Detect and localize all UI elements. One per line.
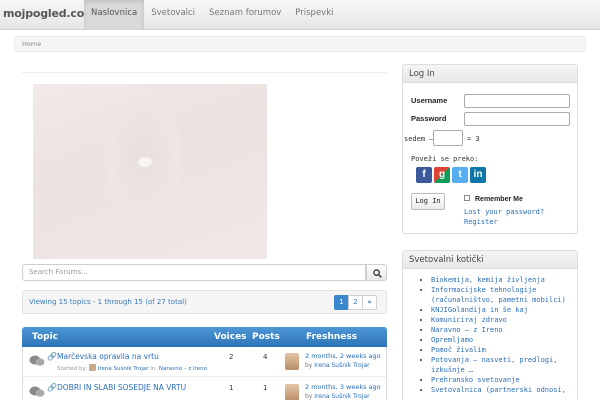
list-item[interactable]: Svetovalnica (partnerski odnosi, <box>431 385 566 395</box>
facebook-icon[interactable]: f <box>416 167 432 183</box>
linkedin-icon[interactable]: in <box>470 167 486 183</box>
started-by-label: Started by: <box>57 366 88 372</box>
list-item[interactable]: Naravno – z Ireno <box>431 325 566 335</box>
list-item[interactable]: izkušnje … <box>431 365 566 375</box>
topic-link[interactable]: Marčevska opravila na vrtu <box>57 352 159 361</box>
next-page-button[interactable]: » <box>362 295 377 310</box>
login-widget: Log In Username Password sedem – = 3 Pov… <box>402 64 578 234</box>
search-icon <box>373 269 382 278</box>
last-author-link[interactable]: Irena Sušnik Trojar <box>314 362 369 369</box>
breadcrumb-home[interactable]: Home <box>22 40 41 48</box>
nav-item-svetovalci[interactable]: Svetovalci <box>144 0 202 30</box>
table-row: 🔗 DOBRI IN SLABI SOSEDJE NA VRTU 1 1 2 m… <box>23 378 386 400</box>
freshness-link[interactable]: 2 months, 2 weeks ago <box>305 352 381 360</box>
last-post-by: by Irena Sušnik Trojar <box>305 362 370 369</box>
password-label: Password <box>411 114 447 123</box>
list-item[interactable]: Opremljamo <box>431 335 566 345</box>
remember-checkbox[interactable] <box>464 195 470 201</box>
attachment-icon: 🔗 <box>47 383 57 392</box>
top-navbar: mojpogled.com Naslovnica Svetovalci Sezn… <box>0 0 600 30</box>
page-2-button[interactable]: 2 <box>348 295 363 310</box>
twitter-icon[interactable]: t <box>452 167 468 183</box>
nav-item-seznam-forumov[interactable]: Seznam forumov <box>202 0 288 30</box>
posts-count: 1 <box>263 384 268 392</box>
google-icon[interactable]: g <box>434 167 450 183</box>
username-input[interactable] <box>464 94 570 108</box>
col-freshness: Freshness <box>306 332 358 342</box>
nav-item-prispevki[interactable]: Prispevki <box>288 0 340 30</box>
by-label: by <box>305 362 313 369</box>
forum-link[interactable]: Naravno – z Ireno <box>159 366 207 372</box>
search-button[interactable] <box>366 264 387 281</box>
avatar[interactable] <box>285 353 299 370</box>
last-post-by: by Irena Sušnik Trojar <box>305 393 370 400</box>
register-link[interactable]: Register <box>464 217 544 227</box>
attachment-icon: 🔗 <box>47 352 57 361</box>
remember-label: Remember Me <box>475 196 523 203</box>
posts-count: 4 <box>263 353 268 361</box>
captcha-input[interactable] <box>433 130 463 146</box>
voices-count: 2 <box>229 353 234 361</box>
page-1-button[interactable]: 1 <box>334 295 349 310</box>
header-photo <box>33 84 267 259</box>
list-item[interactable]: Potovanja – nasveti, predlogi, <box>431 355 566 365</box>
topic-bubble-icon <box>29 386 45 397</box>
photo-detail <box>138 157 152 167</box>
captcha-suffix: = 3 <box>467 135 480 143</box>
list-item[interactable]: Biokemija, kemija življenja <box>431 275 566 285</box>
account-links: Lost your password? Register <box>464 207 544 227</box>
login-button[interactable]: Log In <box>411 193 445 210</box>
topics-pagination-bar: Viewing 15 topics - 1 through 15 (of 27 … <box>22 290 387 314</box>
list-item[interactable]: (računalništvo, pametni mobilci) <box>431 295 566 305</box>
advice-corners-widget: Svetovalni kotički Biokemija, kemija živ… <box>402 250 578 400</box>
password-input[interactable] <box>464 112 570 126</box>
last-author-link[interactable]: Irena Sušnik Trojar <box>314 393 369 400</box>
list-item[interactable]: Prehransko svetovanje <box>431 375 566 385</box>
search-input[interactable]: Search Forums... <box>22 264 366 281</box>
captcha-prefix: sedem – <box>404 135 434 143</box>
list-item[interactable]: Informacijske tehnologije <box>431 285 566 295</box>
col-voices: Voices <box>214 332 247 342</box>
avatar[interactable] <box>285 384 299 400</box>
main-nav: Naslovnica Svetovalci Seznam forumov Pri… <box>84 0 341 30</box>
col-posts: Posts <box>252 332 280 342</box>
topics-table-header: Topic Voices Posts Freshness <box>22 327 387 347</box>
table-row: 🔗 Marčevska opravila na vrtu Started by:… <box>23 347 386 377</box>
remember-me[interactable]: Remember Me <box>464 195 523 203</box>
freshness-link[interactable]: 2 months, 3 weeks ago <box>305 383 381 391</box>
topic-meta: Started by: Irena Sušnik Trojar in: Nara… <box>57 364 207 372</box>
by-label: by <box>305 393 313 400</box>
login-title: Log In <box>403 65 577 83</box>
corners-list: Biokemija, kemija življenja Informacijsk… <box>421 275 566 395</box>
topic-link[interactable]: DOBRI IN SLABI SOSEDJE NA VRTU <box>57 383 186 392</box>
social-login: f g t in <box>416 167 488 183</box>
list-item[interactable]: Komuniciraj zdravo <box>431 315 566 325</box>
pagination: 1 2 » <box>334 295 377 310</box>
topics-table: 🔗 Marčevska opravila na vrtu Started by:… <box>22 347 387 400</box>
breadcrumb: Home <box>14 36 586 52</box>
connect-label: Poveži se preko: <box>411 155 479 163</box>
corners-title: Svetovalni kotički <box>403 251 577 269</box>
viewing-count: Viewing 15 topics - 1 through 15 (of 27 … <box>29 298 187 306</box>
author-link[interactable]: Irena Sušnik Trojar <box>98 366 149 372</box>
list-item[interactable]: KNJIGolandija in še kaj <box>431 305 566 315</box>
nav-item-naslovnica[interactable]: Naslovnica <box>84 0 145 30</box>
lost-password-link[interactable]: Lost your password? <box>464 207 544 217</box>
author-avatar <box>89 364 97 371</box>
voices-count: 1 <box>229 384 234 392</box>
divider <box>22 72 387 73</box>
in-label: in: <box>150 366 158 372</box>
topic-bubble-icon <box>29 355 45 366</box>
site-brand[interactable]: mojpogled.com <box>3 7 96 20</box>
col-topic: Topic <box>32 332 58 342</box>
list-item[interactable]: Pomoč živalim <box>431 345 566 355</box>
username-label: Username <box>411 96 448 105</box>
